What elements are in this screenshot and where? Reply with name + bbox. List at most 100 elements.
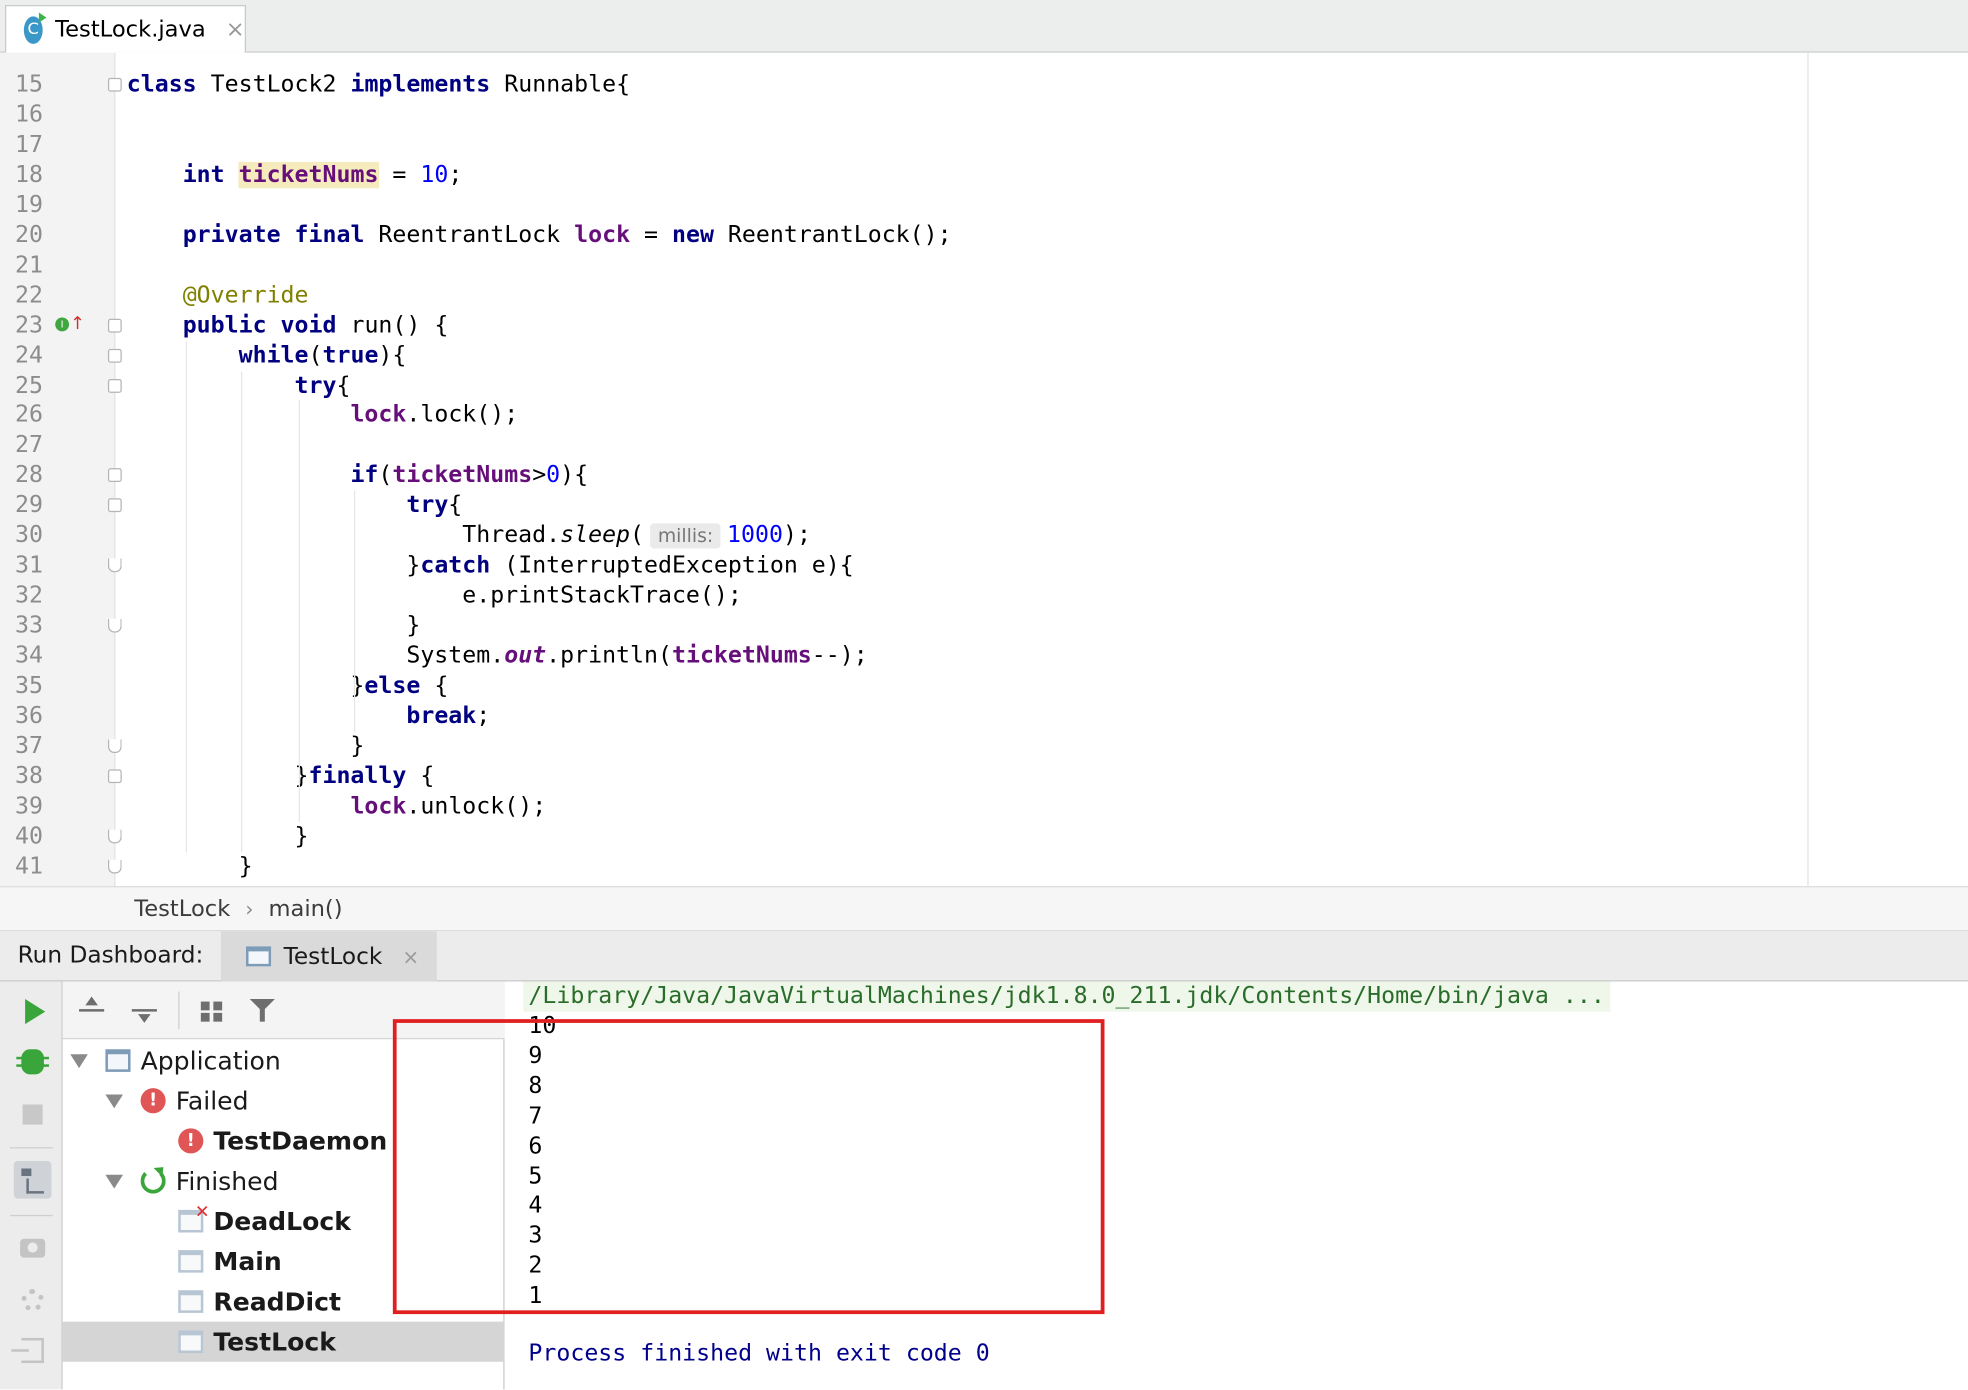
code-editor[interactable]: 15 class TestLock2 implements Runnable{16… — [0, 52, 1968, 887]
fold-start-marker[interactable] — [107, 378, 122, 393]
fold-start-marker[interactable] — [107, 468, 122, 483]
application-icon — [178, 1250, 204, 1273]
run-config-tree-panel: Application ! Failed ! TestDaemon Finish… — [62, 981, 505, 1390]
tree-item-deadlock[interactable]: ✕ DeadLock — [63, 1201, 505, 1241]
fold-start-marker[interactable] — [107, 318, 122, 333]
code-text: }catch (InterruptedException e){ — [126, 552, 854, 579]
line-number: 40 — [15, 823, 44, 850]
tree-item-main[interactable]: Main — [63, 1241, 505, 1281]
layout-toggle-button[interactable] — [13, 1160, 53, 1200]
console-output-line: 9 — [528, 1042, 543, 1070]
code-line[interactable]: 37 } — [0, 732, 1807, 762]
code-line[interactable]: 20 private final ReentrantLock lock = ne… — [0, 221, 1807, 251]
editor-tab-bar: C TestLock.java × — [0, 0, 1968, 53]
code-line[interactable]: 31 }catch (InterruptedException e){ — [0, 551, 1807, 581]
code-text: } — [126, 853, 253, 880]
chevron-down-icon[interactable] — [105, 1093, 123, 1108]
code-line[interactable]: 22 @Override — [0, 281, 1807, 311]
code-line[interactable]: 16 — [0, 100, 1807, 130]
line-number: 21 — [15, 251, 44, 279]
tree-node-application[interactable]: Application — [63, 1040, 505, 1080]
code-line[interactable]: 26 lock.lock(); — [0, 401, 1807, 431]
fold-end-marker[interactable] — [107, 739, 122, 753]
error-x-icon: ✕ — [194, 1202, 210, 1223]
right-margin-guide — [1807, 52, 1809, 887]
code-line[interactable]: 34 System.out.println(ticketNums--); — [0, 641, 1807, 671]
fold-start-marker[interactable] — [107, 769, 122, 783]
code-line[interactable]: 30 Thread.sleep(millis: 1000); — [0, 521, 1807, 551]
code-line[interactable]: 29 try{ — [0, 491, 1807, 521]
fold-end-marker[interactable] — [107, 558, 122, 573]
tab-testlock-java[interactable]: C TestLock.java × — [5, 5, 246, 53]
line-number: 28 — [15, 462, 44, 489]
code-line[interactable]: 32 e.printStackTrace(); — [0, 581, 1807, 611]
filter-icon[interactable] — [246, 994, 279, 1027]
stop-icon — [22, 1104, 43, 1125]
exit-button[interactable] — [11, 1330, 53, 1370]
java-class-icon: C — [23, 11, 47, 44]
code-line[interactable]: 24 while(true){ — [0, 341, 1807, 371]
settings-button[interactable] — [13, 1280, 53, 1320]
code-line[interactable]: 28 if(ticketNums>0){ — [0, 461, 1807, 491]
debug-button[interactable] — [13, 1042, 53, 1082]
tree-item-testlock[interactable]: TestLock — [62, 1321, 505, 1362]
stop-button[interactable] — [13, 1094, 53, 1134]
fold-end-marker[interactable] — [107, 618, 122, 633]
code-line[interactable]: 25 try{ — [0, 371, 1807, 401]
group-by-icon[interactable] — [195, 994, 229, 1027]
run-dashboard-header: Run Dashboard: TestLock × — [0, 931, 1968, 982]
application-icon — [178, 1330, 204, 1353]
line-number: 37 — [15, 732, 44, 760]
code-line[interactable]: 23 public void run() { — [0, 311, 1807, 341]
override-gutter-icon[interactable]: I ↑ — [55, 314, 85, 337]
chevron-down-icon[interactable] — [70, 1053, 88, 1068]
code-line[interactable]: 17 — [0, 130, 1807, 160]
close-icon[interactable]: × — [402, 944, 419, 968]
line-number: 16 — [15, 101, 44, 128]
snapshot-button[interactable] — [13, 1227, 53, 1267]
code-line[interactable]: 40 } — [0, 822, 1807, 852]
line-number: 41 — [15, 853, 44, 880]
line-number: 24 — [15, 342, 44, 369]
code-line[interactable]: 15 class TestLock2 implements Runnable{ — [0, 70, 1807, 100]
fold-end-marker[interactable] — [107, 829, 122, 844]
line-number: 27 — [15, 432, 44, 459]
code-line[interactable]: 39 lock.unlock(); — [0, 792, 1807, 822]
camera-icon — [20, 1238, 46, 1257]
code-line[interactable]: 35 }else { — [0, 671, 1807, 701]
close-icon[interactable]: × — [226, 16, 245, 42]
tree-item-readdict[interactable]: ReadDict — [63, 1281, 505, 1321]
application-icon — [178, 1290, 204, 1313]
exit-icon — [11, 1337, 44, 1364]
line-number: 34 — [15, 642, 44, 670]
fold-end-marker[interactable] — [107, 859, 122, 874]
code-line[interactable]: 33 } — [0, 611, 1807, 641]
tree-item-label: ReadDict — [213, 1286, 341, 1317]
tree-node-finished[interactable]: Finished — [63, 1161, 505, 1201]
run-button[interactable] — [13, 992, 53, 1032]
tree-node-label: Failed — [175, 1085, 249, 1116]
tree-item-testdaemon[interactable]: ! TestDaemon — [63, 1121, 505, 1161]
fold-start-marker[interactable] — [107, 498, 122, 513]
chevron-down-icon[interactable] — [105, 1174, 123, 1188]
fold-start-marker[interactable] — [107, 77, 122, 92]
tree-node-failed[interactable]: ! Failed — [63, 1081, 505, 1121]
code-text: class TestLock2 implements Runnable{ — [126, 71, 631, 98]
code-line[interactable]: 18 int ticketNums = 10; — [0, 160, 1807, 190]
breadcrumb-method[interactable]: main() — [268, 896, 342, 922]
run-vertical-toolbar — [0, 981, 63, 1390]
code-line[interactable]: 38 }finally { — [0, 762, 1807, 792]
console-output[interactable]: /Library/Java/JavaVirtualMachines/jdk1.8… — [505, 981, 1968, 1390]
code-line[interactable]: 27 — [0, 431, 1807, 461]
code-line[interactable]: 41 } — [0, 852, 1807, 882]
code-line[interactable]: 19 — [0, 191, 1807, 221]
code-line[interactable]: 21 — [0, 251, 1807, 281]
collapse-all-icon[interactable] — [128, 994, 161, 1027]
code-line[interactable]: 36 break; — [0, 702, 1807, 732]
fold-start-marker[interactable] — [107, 348, 122, 363]
console-output-line: 1 — [528, 1282, 543, 1310]
tab-run-testlock[interactable]: TestLock × — [220, 931, 437, 982]
expand-all-icon[interactable] — [75, 994, 108, 1027]
breadcrumb-class[interactable]: TestLock — [134, 896, 230, 922]
line-number: 35 — [15, 672, 44, 700]
